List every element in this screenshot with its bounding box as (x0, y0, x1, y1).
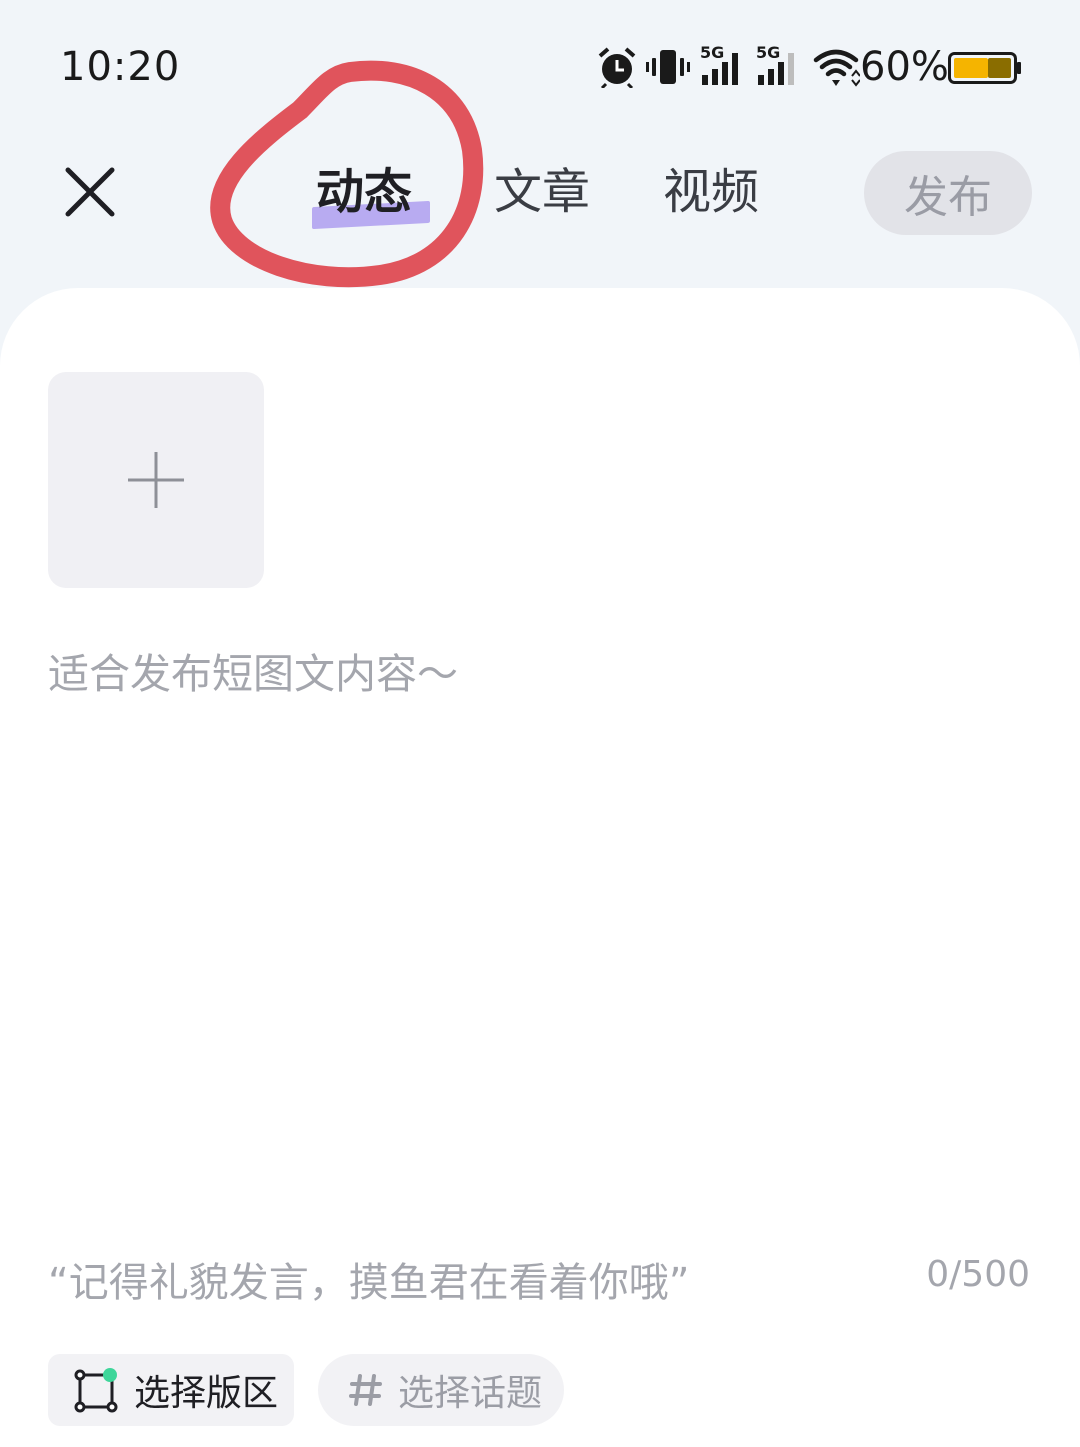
tab-dongtai[interactable]: 动态 (316, 160, 412, 224)
hash-icon (349, 1374, 382, 1406)
publish-button[interactable]: 发布 (864, 151, 1032, 235)
signal-2: 5G (754, 43, 800, 89)
signal-1: 5G (698, 43, 744, 89)
tab-video[interactable]: 视频 (663, 160, 759, 224)
select-board-label: 选择版区 (134, 1373, 279, 1414)
battery-percent: 60% (860, 44, 949, 90)
publish-screen: 10:20 5G 5G 60% 动态 文章 视频 发布 适合发布短图文内容～ “… (0, 0, 1080, 1447)
content-input[interactable] (48, 640, 1028, 1220)
add-image-button[interactable] (48, 372, 264, 588)
char-counter: 0/500 (926, 1254, 1030, 1295)
signal-bars-icon (758, 53, 794, 85)
select-board-button[interactable]: 选择版区 (48, 1354, 294, 1426)
board-icon (74, 1368, 118, 1413)
vibrate-icon (646, 50, 690, 84)
select-topic-button[interactable]: 选择话题 (318, 1354, 564, 1426)
tab-article[interactable]: 文章 (494, 160, 590, 224)
status-icons: 5G 5G (596, 43, 860, 90)
close-icon[interactable] (62, 162, 118, 222)
select-topic-label: 选择话题 (398, 1373, 543, 1414)
battery-icon (948, 52, 1021, 84)
plus-icon (128, 452, 184, 508)
alarm-icon (598, 47, 636, 88)
etiquette-hint: “记得礼貌发言，摸鱼君在看着你哦” (48, 1260, 690, 1306)
wifi-icon (813, 49, 860, 87)
signal-bars-icon (702, 53, 738, 85)
status-time: 10:20 (60, 44, 181, 90)
